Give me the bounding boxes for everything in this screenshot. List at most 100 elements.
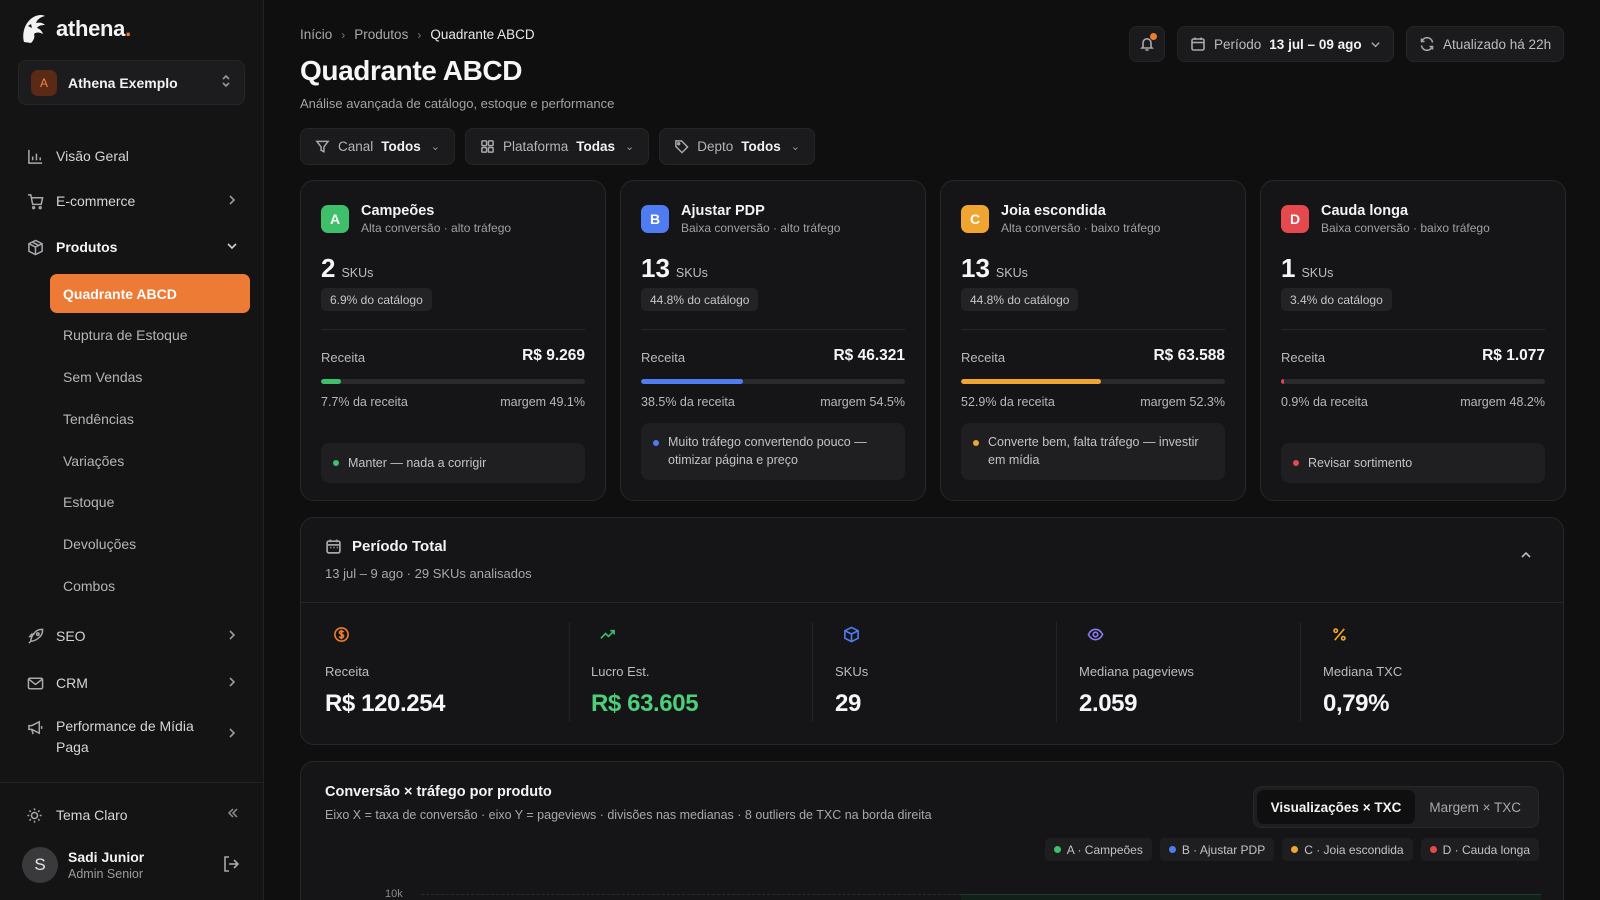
quadrant-card-d[interactable]: D Cauda longa Baixa conversão · baixo tr… xyxy=(1260,180,1566,501)
chevron-down-icon: ⌄ xyxy=(625,141,635,153)
dollar-circle-icon xyxy=(333,626,351,644)
revenue-share-bar xyxy=(961,379,1225,384)
grid-icon xyxy=(481,140,494,153)
quadrant-sku-count: 1 SKUs xyxy=(1281,253,1334,283)
chevron-right-icon xyxy=(224,726,240,742)
quadrant-title: Joia escondida xyxy=(1001,203,1106,219)
workspace-switcher[interactable]: A Athena Exemplo xyxy=(18,60,245,105)
quadrant-header: C Joia escondida Alta conversão · baixo … xyxy=(961,203,1160,235)
card-divider xyxy=(321,329,585,330)
nav-visao-geral[interactable]: Visão Geral xyxy=(26,142,240,170)
logout-icon[interactable] xyxy=(222,855,242,875)
quadrant-sku-count: 13 SKUs xyxy=(961,253,1028,283)
nav-sub-variacoes[interactable]: Variações xyxy=(63,450,124,472)
chevron-right-icon xyxy=(224,193,240,209)
revenue-share-text: 0.9% da receita xyxy=(1281,395,1368,409)
nav-sub-tendencias[interactable]: Tendências xyxy=(63,408,134,430)
card-divider xyxy=(961,329,1225,330)
revenue-share-text: 7.7% da receita xyxy=(321,395,408,409)
breadcrumb-home[interactable]: Início xyxy=(300,27,332,42)
revenue-label: Receita xyxy=(641,350,686,365)
scatter-subtitle: Eixo X = taxa de conversão · eixo Y = pa… xyxy=(325,808,932,822)
filter-depto[interactable]: Depto Todos ⌄ xyxy=(659,128,816,165)
refresh-icon xyxy=(1420,36,1434,52)
period-divider xyxy=(301,602,1563,603)
quadrant-sku-count: 13 SKUs xyxy=(641,253,708,283)
chevron-right-icon xyxy=(224,628,240,644)
mail-icon xyxy=(26,674,44,692)
nav-sub-ruptura[interactable]: Ruptura de Estoque xyxy=(63,324,188,346)
quadrant-card-c[interactable]: C Joia escondida Alta conversão · baixo … xyxy=(940,180,1246,501)
revenue-share-fill xyxy=(1281,379,1284,384)
collapse-sidebar-icon[interactable] xyxy=(226,806,240,824)
catalog-share-badge: 44.8% do catálogo xyxy=(641,288,759,311)
nav-sub-sem-vendas[interactable]: Sem Vendas xyxy=(63,366,142,388)
revenue-value: R$ 9.269 xyxy=(522,347,585,364)
collapse-chevron-up-icon[interactable] xyxy=(1519,548,1533,565)
quadrant-description: Baixa conversão · baixo tráfego xyxy=(1321,221,1490,235)
revenue-label: Receita xyxy=(961,350,1006,365)
filter-canal[interactable]: Canal Todos ⌄ xyxy=(300,128,455,165)
legend-a[interactable]: A · Campeões xyxy=(1044,838,1152,861)
status-dot xyxy=(973,440,979,446)
nav-performance-midia[interactable]: Performance de Mídia Paga xyxy=(26,716,240,762)
sun-icon xyxy=(26,807,44,824)
page-title: Quadrante ABCD xyxy=(300,55,523,86)
status-dot xyxy=(333,460,339,466)
quadrant-card-a[interactable]: A Campeões Alta conversão · alto tráfego… xyxy=(300,180,606,501)
theme-toggle[interactable]: Tema Claro xyxy=(26,803,240,827)
nav-produtos[interactable]: Produtos xyxy=(26,233,240,261)
card-divider xyxy=(1281,329,1545,330)
megaphone-icon xyxy=(26,718,44,736)
legend-c[interactable]: C · Joia escondida xyxy=(1282,838,1413,861)
metric-divider xyxy=(1056,622,1057,722)
legend-b[interactable]: B · Ajustar PDP xyxy=(1159,838,1275,861)
period-header: Período Total xyxy=(325,538,447,555)
metric-divider xyxy=(812,622,813,722)
catalog-share-badge: 3.4% do catálogo xyxy=(1281,288,1392,311)
margin-text: margem 54.5% xyxy=(820,395,905,409)
brand-name: athena. xyxy=(56,16,131,41)
trending-up-icon xyxy=(599,626,617,644)
nav-seo[interactable]: SEO xyxy=(26,622,240,650)
quadrant-card-b[interactable]: B Ajustar PDP Baixa conversão · alto trá… xyxy=(620,180,926,501)
filter-icon xyxy=(315,140,330,153)
user-profile[interactable]: S Sadi Junior Admin Senior xyxy=(22,846,242,884)
scatter-title: Conversão × tráfego por produto xyxy=(325,784,552,800)
period-selector[interactable]: Período 13 jul – 09 ago xyxy=(1177,26,1394,62)
nav-sub-quadrante-abcd[interactable]: Quadrante ABCD xyxy=(50,274,250,313)
quadrant-title: Ajustar PDP xyxy=(681,203,765,219)
tab-margem-txc[interactable]: Margem × TXC xyxy=(1415,790,1535,824)
chevron-down-icon xyxy=(224,239,240,255)
brand[interactable]: athena. xyxy=(18,12,131,46)
view-toggle: Visualizações × TXC Margem × TXC xyxy=(1252,786,1539,828)
chevron-right-icon: › xyxy=(341,27,346,42)
plot-area-left xyxy=(421,894,981,900)
revenue-value: R$ 63.588 xyxy=(1153,347,1225,364)
revenue-share-bar xyxy=(321,379,585,384)
status-dot xyxy=(1293,460,1299,466)
chevron-down-icon: ⌄ xyxy=(790,141,801,153)
nav-sub-combos[interactable]: Combos xyxy=(63,575,115,597)
tab-visualizacoes-txc[interactable]: Visualizações × TXC xyxy=(1256,790,1416,824)
sidebar: athena. A Athena Exemplo Visão Geral E-c… xyxy=(0,0,264,900)
package-icon xyxy=(26,238,44,256)
filter-plataforma[interactable]: Plataforma Todas ⌄ xyxy=(465,128,650,165)
revenue-share-text: 52.9% da receita xyxy=(961,395,1055,409)
updated-text: Atualizado há 22h xyxy=(1443,36,1552,52)
nav-ecommerce[interactable]: E-commerce xyxy=(26,187,240,215)
recommendation-note: Muito tráfego convertendo pouco — otimiz… xyxy=(641,423,905,480)
status-dot xyxy=(653,440,659,446)
nav-sub-devolucoes[interactable]: Devoluções xyxy=(63,533,136,555)
nav-crm[interactable]: CRM xyxy=(26,669,240,697)
breadcrumb-section[interactable]: Produtos xyxy=(354,27,408,42)
quadrant-header: D Cauda longa Baixa conversão · baixo tr… xyxy=(1281,203,1490,235)
legend-d[interactable]: D · Cauda longa xyxy=(1420,838,1539,861)
nav-sub-estoque[interactable]: Estoque xyxy=(63,491,114,513)
chevron-down-icon: ⌄ xyxy=(430,141,440,153)
quadrant-title: Cauda longa xyxy=(1321,203,1409,219)
notifications-button[interactable] xyxy=(1129,26,1165,62)
refresh-status-button[interactable]: Atualizado há 22h xyxy=(1406,26,1565,62)
chevron-down-icon xyxy=(1370,41,1380,47)
percent-icon xyxy=(1331,626,1349,644)
